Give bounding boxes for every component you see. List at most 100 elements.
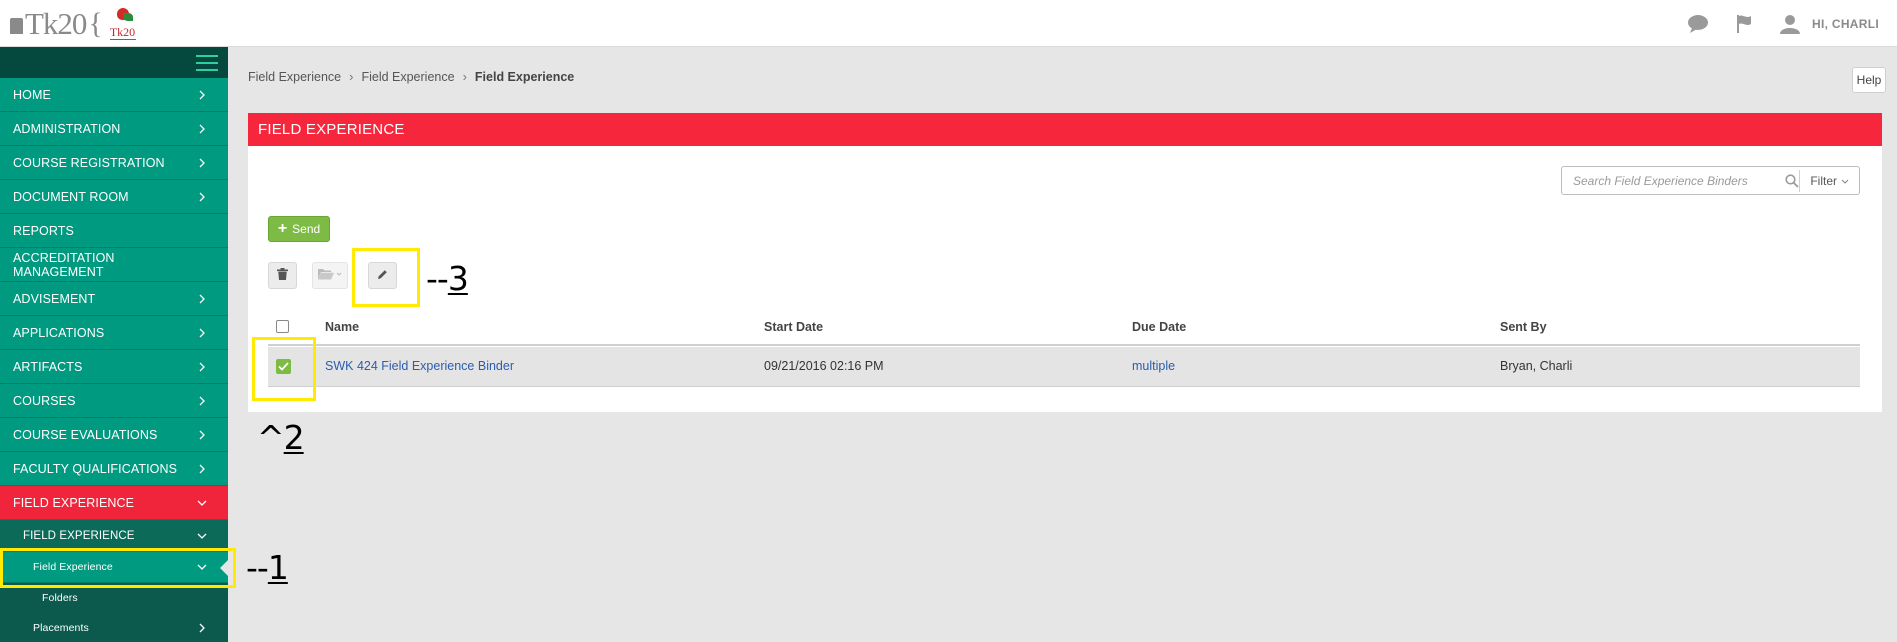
sidebar-item-faculty-qualifications[interactable]: FACULTY QUALIFICATIONS [0,452,228,486]
chevron-right-icon [196,463,208,475]
send-button[interactable]: + Send [268,216,330,242]
flag-icon[interactable] [1732,12,1756,36]
panel-title: FIELD EXPERIENCE [248,113,1882,146]
breadcrumb-separator: › [349,69,354,84]
top-icons: HI, CHARLI [1686,0,1879,47]
column-header-name[interactable]: Name [325,320,359,334]
annotation-2-number: 2 [283,418,305,457]
chevron-right-icon [196,157,208,169]
start-date-cell: 09/21/2016 02:16 PM [764,359,884,373]
sidebar-item-accreditation-management[interactable]: ACCREDITATION MANAGEMENT [0,248,228,282]
sidebar-item-course-registration[interactable]: COURSE REGISTRATION [0,146,228,180]
sidebar-item-label: ARTIFACTS [13,359,83,374]
send-label: Send [292,222,321,236]
highlight-box-3 [352,248,420,307]
chevron-right-icon [196,622,208,634]
sidebar-item-document-room[interactable]: DOCUMENT ROOM [0,180,228,214]
annotation-3: --3 [426,259,469,298]
logo-text: Tk20 [25,6,87,41]
annotation-2: ^2 [257,418,305,457]
chat-icon[interactable] [1686,12,1710,36]
sidebar-item-courses[interactable]: COURSES [0,384,228,418]
sidebar-item-label: COURSE REGISTRATION [13,155,165,170]
sidebar-item-advisement[interactable]: ADVISEMENT [0,282,228,316]
chevron-down-icon [196,497,208,509]
chevron-down-icon [196,530,208,542]
sidebar-item-label: Placements [33,622,89,634]
sidebar-item-field-experience[interactable]: FIELD EXPERIENCE [0,486,228,520]
plus-icon: + [277,220,288,237]
column-header-due-date[interactable]: Due Date [1132,320,1186,334]
logo-badge-text: Tk20 [109,25,136,39]
annotation-1-number: 1 [267,548,289,587]
folder-open-icon [318,267,342,285]
filter-label: Filter [1810,174,1837,188]
annotation-2-prefix: ^ [257,418,285,457]
sidebar-item-label: COURSES [13,393,76,408]
sidebar-item-course-evaluations[interactable]: COURSE EVALUATIONS [0,418,228,452]
chevron-right-icon [196,395,208,407]
chevron-down-icon [1841,174,1849,188]
chevron-right-icon [196,89,208,101]
chevron-right-icon [196,191,208,203]
highlight-box-2 [252,337,316,401]
sidebar-item-label: FIELD EXPERIENCE [23,529,135,542]
sidebar-item-home[interactable]: HOME [0,78,228,112]
sidebar-item-label: COURSE EVALUATIONS [13,427,158,442]
user-menu[interactable]: HI, CHARLI [1778,12,1879,36]
table-row[interactable]: SWK 424 Field Experience Binder 09/21/20… [268,347,1860,387]
breadcrumb-current: Field Experience [474,69,575,84]
trash-icon [277,267,288,285]
sidebar-item-label: FIELD EXPERIENCE [13,495,135,510]
sidebar-item-label: DOCUMENT ROOM [13,189,129,204]
tk20-logo[interactable]: Tk20 { Tk20 [10,6,137,42]
chevron-right-icon [196,361,208,373]
annotation-1: --1 [246,548,289,587]
annotation-1-prefix: -- [246,548,269,587]
delete-button[interactable] [268,262,297,289]
sidebar-item-label: ADVISEMENT [13,291,96,306]
sidebar-header [0,47,228,78]
sidebar-item-label: FACULTY QUALIFICATIONS [13,461,178,476]
sidebar-item-label: ADMINISTRATION [13,121,121,136]
sidebar-item-label: APPLICATIONS [13,325,105,340]
logo-apple-badge: Tk20 [107,6,137,42]
highlight-box-1 [0,548,236,588]
column-header-start-date[interactable]: Start Date [764,320,823,334]
sidebar-item-label: ACCREDITATION MANAGEMENT [13,250,115,279]
chevron-right-icon [196,327,208,339]
due-date-link[interactable]: multiple [1132,359,1175,373]
annotation-3-number: 3 [447,259,469,298]
search-box: Filter [1561,166,1860,195]
breadcrumb-item[interactable]: Field Experience [361,70,454,84]
sidebar-item-label: Folders [42,592,78,604]
search-input[interactable] [1562,167,1782,194]
sidebar-subitem-placements[interactable]: Placements [0,613,228,642]
binder-name-link[interactable]: SWK 424 Field Experience Binder [325,359,514,373]
hamburger-menu-icon[interactable] [196,55,218,71]
filter-dropdown[interactable]: Filter [1799,170,1859,192]
move-to-folder-button[interactable] [312,262,348,289]
chevron-right-icon [196,293,208,305]
breadcrumb-separator: › [462,69,467,84]
annotation-3-prefix: -- [426,259,449,298]
sidebar-item-administration[interactable]: ADMINISTRATION [0,112,228,146]
user-icon [1778,12,1802,36]
user-greeting: HI, CHARLI [1812,16,1879,31]
chevron-right-icon [196,123,208,135]
breadcrumb-item[interactable]: Field Experience [248,70,341,84]
sidebar-item-artifacts[interactable]: ARTIFACTS [0,350,228,384]
column-header-sent-by[interactable]: Sent By [1500,320,1547,334]
top-bar: Tk20 { Tk20 HI, CHARLI [0,0,1897,47]
sidebar-item-label: REPORTS [13,223,74,238]
chevron-right-icon [196,429,208,441]
help-button[interactable]: Help [1852,67,1886,93]
table-header: Name Start Date Due Date Sent By [268,320,1860,346]
select-all-checkbox[interactable] [276,320,289,333]
sidebar-item-applications[interactable]: APPLICATIONS [0,316,228,350]
breadcrumb: Field Experience › Field Experience › Fi… [248,69,574,84]
logo-brace: { [88,7,103,40]
logo-mark [10,18,23,34]
sidebar-item-reports[interactable]: REPORTS [0,214,228,248]
sent-by-cell: Bryan, Charli [1500,359,1573,373]
